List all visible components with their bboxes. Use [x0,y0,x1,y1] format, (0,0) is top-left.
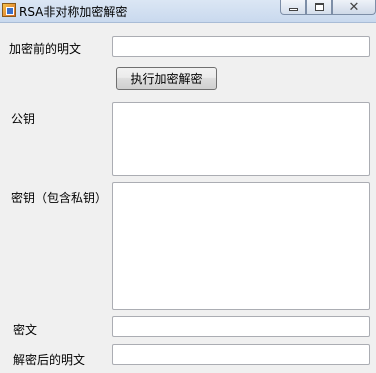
key-pair-label: 密钥（包含私钥） [11,191,108,205]
plaintext-after-input[interactable] [112,344,370,365]
ciphertext-input[interactable] [112,316,370,337]
plaintext-after-label: 解密后的明文 [13,353,86,367]
plaintext-before-label: 加密前的明文 [9,42,82,56]
maximize-icon [314,3,324,11]
plaintext-before-input[interactable] [112,36,370,57]
window-title: RSA非对称加密解密 [19,5,128,19]
public-key-textarea[interactable] [112,102,370,176]
title-bar[interactable]: RSA非对称加密解密 ✕ [0,0,376,23]
close-icon: ✕ [348,0,360,15]
ciphertext-label: 密文 [13,323,38,337]
minimize-button[interactable] [280,0,306,15]
minimize-icon [288,8,298,11]
maximize-button[interactable] [306,0,332,15]
execute-encrypt-decrypt-button[interactable]: 执行加密解密 [116,67,217,90]
app-icon [2,3,16,17]
public-key-label: 公钥 [11,112,36,126]
close-button[interactable]: ✕ [332,0,376,15]
key-pair-textarea[interactable] [112,182,370,310]
